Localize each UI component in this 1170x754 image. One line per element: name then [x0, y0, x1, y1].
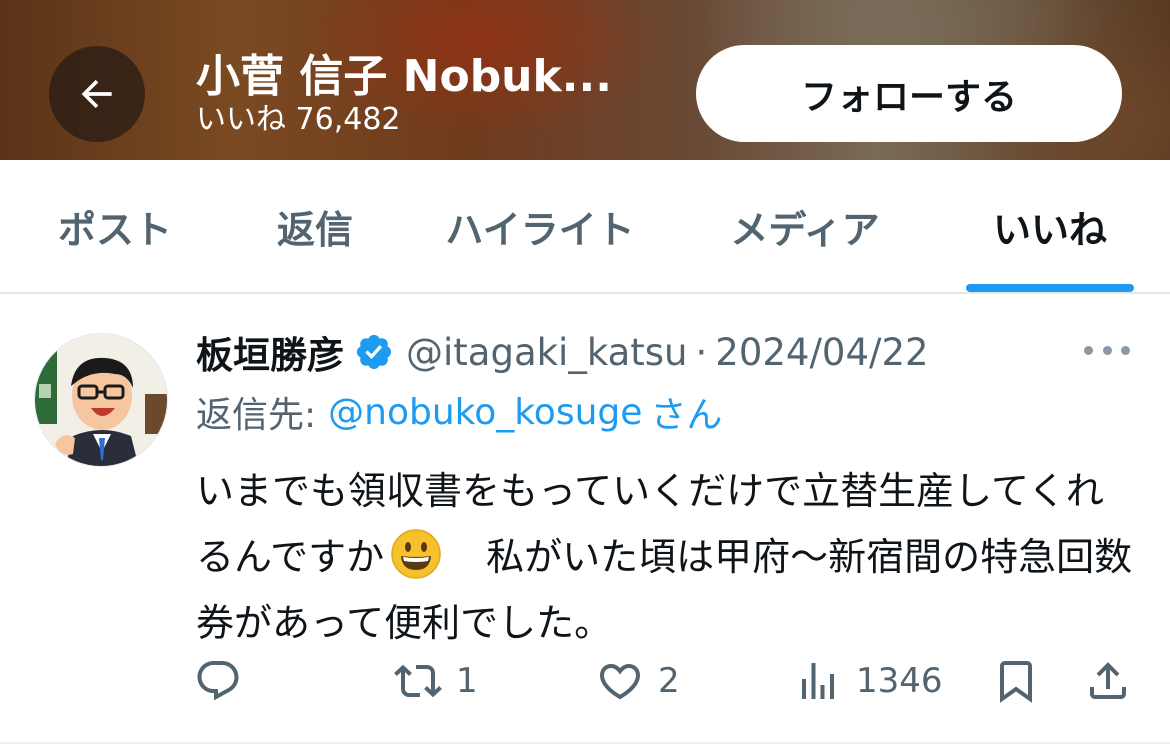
- like-button[interactable]: 2: [596, 648, 680, 714]
- divider: [0, 742, 1170, 744]
- heart-icon: [599, 664, 641, 700]
- repost-icon: [394, 664, 442, 698]
- active-tab-indicator: [966, 284, 1134, 292]
- avatar[interactable]: [34, 333, 168, 467]
- views-button[interactable]: 1346: [794, 648, 943, 714]
- likes-count-subtitle: いいね 76,482: [196, 102, 401, 137]
- verified-badge-icon: [356, 334, 392, 370]
- post-text: いまでも領収書をもっていくだけで立替生産してくれるんですか 私がいた頃は甲府〜新…: [196, 458, 1136, 656]
- reply-mention-link[interactable]: @nobuko_kosuge: [328, 392, 642, 433]
- grinning-face-emoji-icon: [391, 529, 441, 579]
- reply-to-line: 返信先: @nobuko_kosuge さん: [196, 386, 722, 438]
- post-header: 板垣勝彦 @itagaki_katsu · 2024/04/22: [196, 322, 929, 382]
- post-date[interactable]: 2024/04/22: [715, 331, 928, 374]
- bookmark-button[interactable]: [992, 648, 1040, 714]
- separator-dot: ·: [695, 330, 708, 374]
- reply-icon: [197, 661, 239, 701]
- follow-button[interactable]: フォローする: [696, 45, 1122, 142]
- profile-tabs: ポスト 返信 ハイライト メディア いいね: [0, 160, 1170, 294]
- author-handle[interactable]: @itagaki_katsu: [406, 331, 688, 374]
- like-count: 2: [658, 661, 680, 701]
- profile-name: 小菅 信子 Nobuk...: [196, 51, 612, 102]
- back-button[interactable]: [49, 46, 145, 142]
- tab-likes[interactable]: いいね: [966, 160, 1134, 292]
- profile-header: 小菅 信子 Nobuk... いいね 76,482 フォローする: [0, 0, 1170, 160]
- tab-highlights[interactable]: ハイライト: [420, 160, 660, 292]
- author-name[interactable]: 板垣勝彦: [196, 325, 344, 379]
- post-actions: 1 2 1346: [0, 648, 1170, 714]
- repost-count: 1: [456, 661, 478, 701]
- reply-to-prefix: 返信先:: [196, 395, 317, 436]
- analytics-icon: [802, 663, 834, 699]
- bookmark-icon: [1000, 661, 1032, 703]
- tab-posts[interactable]: ポスト: [30, 160, 200, 292]
- share-button[interactable]: [1084, 648, 1132, 714]
- tab-replies[interactable]: 返信: [245, 160, 385, 292]
- repost-button[interactable]: 1: [394, 648, 478, 714]
- share-icon: [1090, 662, 1126, 699]
- arrow-left-icon: [81, 79, 112, 109]
- more-options-icon[interactable]: [1084, 340, 1130, 360]
- views-count: 1346: [856, 661, 943, 701]
- reply-to-suffix: さん: [650, 395, 723, 436]
- tab-media[interactable]: メディア: [700, 160, 910, 292]
- reply-button[interactable]: [194, 648, 242, 714]
